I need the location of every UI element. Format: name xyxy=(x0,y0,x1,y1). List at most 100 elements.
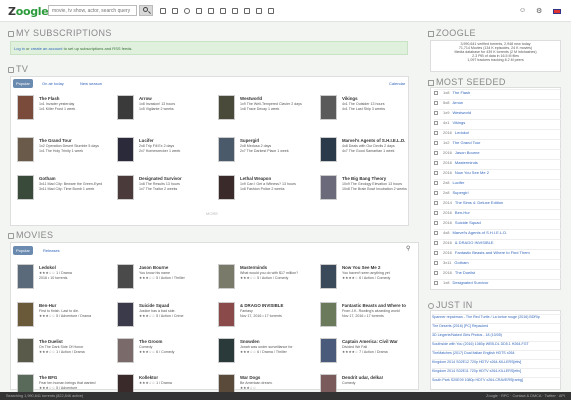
poster-image[interactable] xyxy=(17,95,34,120)
home-icon[interactable] xyxy=(160,8,166,14)
poster-image[interactable] xyxy=(320,137,337,162)
card[interactable]: Suicide Squad Justice has a bad side. ★★★☆… xyxy=(117,302,213,342)
card[interactable]: Ben-Hur First to finish. Last to die. ★★★☆… xyxy=(17,302,113,342)
card[interactable]: Masterminds What would you do with $17 mi… xyxy=(218,264,314,304)
chat-icon[interactable] xyxy=(244,8,250,14)
seeded-title[interactable]: The Duelist xyxy=(455,270,475,275)
movies-search-icon[interactable]: ⚲ xyxy=(406,245,410,252)
checkbox-icon[interactable] xyxy=(434,130,438,135)
poster-image[interactable] xyxy=(320,175,337,200)
seeded-item[interactable]: 2016 Fantastic Beasts and Where to Find T… xyxy=(434,249,562,258)
poster-image[interactable] xyxy=(17,338,34,363)
checkbox-icon[interactable] xyxy=(434,220,438,225)
card[interactable]: Jason Bourne You know his name ★★★☆☆ 5 / A… xyxy=(117,264,213,304)
card[interactable]: Snowden Jonah was under surveillance for ★… xyxy=(218,338,314,378)
seeded-title[interactable]: The Sims 4: Deluxe Edition xyxy=(455,200,503,205)
card-title[interactable]: Arrow xyxy=(139,96,152,101)
seeded-title[interactable]: Gotham xyxy=(454,260,468,265)
checkbox-icon[interactable] xyxy=(434,210,438,215)
checkbox-icon[interactable] xyxy=(434,170,438,175)
card[interactable]: The Groom Comedy ★★★☆☆ 6 / Comedy xyxy=(117,338,213,378)
game-icon[interactable] xyxy=(220,8,226,14)
checkbox-icon[interactable] xyxy=(434,270,438,275)
card-title[interactable]: The Duelist xyxy=(39,339,63,344)
login-link[interactable]: Log in xyxy=(14,46,25,51)
seeded-item[interactable]: 2016 & DRAGO INVISIBLE xyxy=(434,239,562,248)
tab-on-air-today[interactable]: On air today xyxy=(39,79,67,88)
card[interactable]: Lucifer 2x8 Trip Fill Ex 2 days 2x7 Homewr… xyxy=(117,137,213,177)
card-title[interactable]: The Grand Tour xyxy=(39,138,72,143)
poster-image[interactable] xyxy=(218,95,235,120)
card[interactable]: Captain America: Civil War Divided We Fal… xyxy=(320,338,416,378)
film-icon[interactable] xyxy=(208,8,214,14)
calendar-link[interactable]: Calendar xyxy=(386,79,408,88)
checkbox-icon[interactable] xyxy=(434,100,438,105)
seeded-title[interactable]: Ben-Hur xyxy=(455,210,470,215)
card[interactable]: Westworld 1x9 The Well-Tempered Clavier 2… xyxy=(218,95,314,135)
poster-image[interactable] xyxy=(218,137,235,162)
card[interactable]: Supergirl 2x8 Medusa 2 days 2x7 The Darkes… xyxy=(218,137,314,177)
seeded-title[interactable]: Arrow xyxy=(452,100,462,105)
seeded-title[interactable]: Ledokol xyxy=(455,130,469,135)
card-title[interactable]: Lucifer xyxy=(139,138,154,143)
card[interactable]: The Flash 1x1 Invader yesterday 1x1 Killer… xyxy=(17,95,113,135)
poster-image[interactable] xyxy=(117,264,134,289)
checkbox-icon[interactable] xyxy=(434,240,438,245)
seeded-item[interactable]: 2016 Masterminds xyxy=(434,159,562,168)
seeded-item[interactable]: 4x1 Vikings xyxy=(434,119,562,128)
card-title[interactable]: Dendrit udar, delka! xyxy=(342,375,383,380)
card-title[interactable]: War Dogs xyxy=(240,375,260,380)
seeded-item[interactable]: 2016 The Duelist xyxy=(434,269,562,278)
zoogle-logo[interactable]: Zoogle xyxy=(8,5,49,18)
card-title[interactable]: & DRAGO INVISIBLE xyxy=(240,303,283,308)
seeded-item[interactable]: 2016 Now You See Me 2 xyxy=(434,169,562,178)
checkbox-icon[interactable] xyxy=(434,140,438,145)
card[interactable]: Ledokol ★★★☆☆ 1 / Drama 2016 • 10 torrents xyxy=(17,264,113,304)
card-title[interactable]: Now You See Me 2 xyxy=(342,265,380,270)
seeded-title[interactable]: Jason Bourne xyxy=(455,150,480,155)
just-in-item[interactable]: Southside with You (2016) 1080p WEB-DL D… xyxy=(432,341,563,350)
poster-image[interactable] xyxy=(218,338,235,363)
checkbox-icon[interactable] xyxy=(434,280,438,285)
book-icon[interactable] xyxy=(256,8,262,14)
seeded-item[interactable]: 1x9 Westworld xyxy=(434,109,562,118)
card-title[interactable]: Fantastic Beasts and Where to xyxy=(342,303,406,308)
card-title[interactable]: Marvel's Agents of S.H.I.E.L.D. xyxy=(342,138,405,143)
card[interactable]: Marvel's Agents of S.H.I.E.L.D. 4x8 Deals… xyxy=(320,137,416,177)
card-title[interactable]: Designated Survivor xyxy=(139,176,182,181)
poster-image[interactable] xyxy=(320,302,337,327)
checkbox-icon[interactable] xyxy=(434,120,438,125)
checkbox-icon[interactable] xyxy=(434,230,438,235)
user-icon[interactable]: ☺ xyxy=(519,7,526,14)
settings-icon[interactable]: ⚙ xyxy=(536,7,542,15)
seeded-item[interactable]: 2016 Ledokol xyxy=(434,129,562,138)
seeded-title[interactable]: & DRAGO INVISIBLE xyxy=(455,240,494,245)
search-button[interactable] xyxy=(139,5,153,16)
tab-movies-popular[interactable]: Popular xyxy=(13,246,33,255)
poster-image[interactable] xyxy=(320,338,337,363)
card[interactable]: Designated Survivor 1x8 The Results 13 ho… xyxy=(117,175,213,215)
checkbox-icon[interactable] xyxy=(434,190,438,195)
seeded-item[interactable]: 2x8 Supergirl xyxy=(434,189,562,198)
card-title[interactable]: The BFG xyxy=(39,375,57,380)
poster-image[interactable] xyxy=(17,302,34,327)
card-title[interactable]: Ben-Hur xyxy=(39,303,56,308)
card-title[interactable]: Supergirl xyxy=(240,138,259,143)
just-in-item[interactable]: 3D Lingerie/Naked Girls Photos - 18 (10/… xyxy=(432,332,563,341)
card[interactable]: Vikings 4x1 The Outsider 13 hours 4x1 The … xyxy=(320,95,416,135)
card[interactable]: The Grand Tour 1x2 Operation Desert Stumb… xyxy=(17,137,113,177)
card[interactable]: The Big Bang Theory 10x9 The Geology Elev… xyxy=(320,175,416,215)
checkbox-icon[interactable] xyxy=(434,110,438,115)
seeded-title[interactable]: Suicide Squad xyxy=(455,220,481,225)
just-in-item[interactable]: The Deserts (2016) [PC] Repacked xyxy=(432,323,563,332)
poster-image[interactable] xyxy=(17,264,34,289)
tv-icon[interactable] xyxy=(232,8,238,14)
just-in-item[interactable]: Kingdom 2014 S02E12 720p HDTV x264-KILLE… xyxy=(432,359,563,368)
card[interactable]: Fantastic Beasts and Where to From J.K. R… xyxy=(320,302,416,342)
seeded-title[interactable]: Vikings xyxy=(452,120,465,125)
just-in-item[interactable]: South Park S20E09 1080p HDTV x264-CRAVER… xyxy=(432,377,563,386)
seeded-title[interactable]: Designated Survivor xyxy=(452,280,488,285)
card[interactable]: & DRAGO INVISIBLE Fantasy Nov 17, 2016 • 1… xyxy=(218,302,314,342)
create-account-link[interactable]: create an account xyxy=(31,46,63,51)
poster-image[interactable] xyxy=(218,175,235,200)
